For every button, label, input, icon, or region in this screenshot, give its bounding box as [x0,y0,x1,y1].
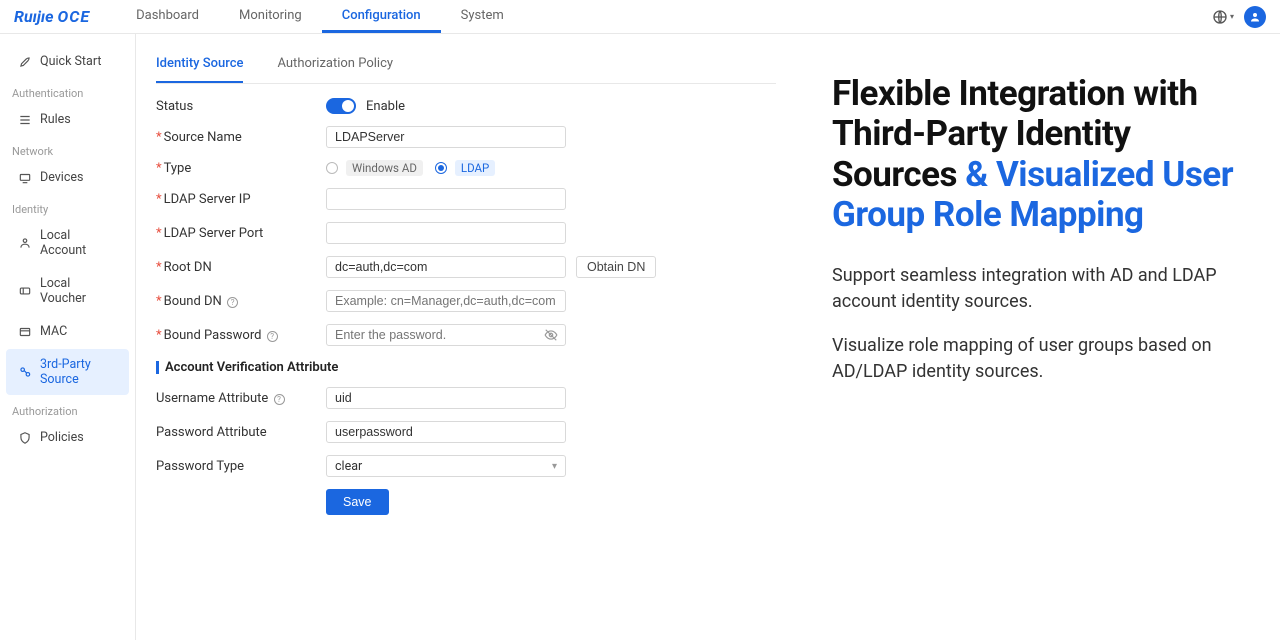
hero-title-amp: & [957,154,996,195]
sidebar-item-local-account[interactable]: Local Account [6,220,129,266]
tab-identity-source[interactable]: Identity Source [156,46,243,83]
ldap-port-label: LDAP Server Port [164,226,264,241]
ticket-icon [18,284,32,298]
sidebar-item-label: 3rd-Party Source [40,357,119,387]
header-right: ▾ [1212,6,1280,28]
bound-dn-input[interactable] [326,290,566,312]
sidebar-item-label: Quick Start [40,54,101,69]
bound-pw-label: Bound Password [164,328,262,343]
sidebar-item-label: MAC [40,324,67,339]
sidebar-group-network: Network [0,139,135,162]
sidebar-item-local-voucher[interactable]: Local Voucher [6,268,129,314]
info-icon[interactable]: ? [274,394,285,405]
avatar[interactable] [1244,6,1266,28]
rocket-icon [18,55,32,69]
obtain-dn-button[interactable]: Obtain DN [576,256,656,278]
list-icon [18,113,32,127]
sidebar-group-auth: Authentication [0,81,135,104]
root-dn-label: Root DN [164,260,212,275]
top-nav: Dashboard Monitoring Configuration Syste… [116,0,524,33]
info-icon[interactable]: ? [227,297,238,308]
tab-authorization-policy[interactable]: Authorization Policy [277,46,393,83]
org-icon [18,365,32,379]
chevron-down-icon: ▾ [1230,12,1234,21]
save-button[interactable]: Save [326,489,389,515]
type-radio-windows-ad[interactable] [326,162,338,174]
sidebar-item-policies[interactable]: Policies [6,422,129,453]
sidebar-item-devices[interactable]: Devices [6,162,129,193]
pw-attr-input[interactable] [326,421,566,443]
nav-dashboard[interactable]: Dashboard [116,0,219,33]
bound-pw-input[interactable] [326,324,566,346]
sidebar: Quick Start Authentication Rules Network… [0,34,136,640]
user-icon [1249,11,1261,23]
status-switch[interactable] [326,98,356,114]
section-title: Account Verification Attribute [156,360,776,375]
info-icon[interactable]: ? [267,331,278,342]
sidebar-item-label: Rules [40,112,71,127]
sidebar-item-quick-start[interactable]: Quick Start [6,46,129,77]
user-attr-input[interactable] [326,387,566,409]
header: Ruıjıe OCE Dashboard Monitoring Configur… [0,0,1280,34]
ldap-port-input[interactable] [326,222,566,244]
section-label: Account Verification Attribute [165,360,338,375]
globe-icon [1212,9,1228,25]
pw-type-select[interactable]: clear ▾ [326,455,566,477]
sidebar-item-label: Local Voucher [40,276,119,306]
sidebar-group-identity: Identity [0,197,135,220]
type-option-windows-ad: Windows AD [346,160,423,176]
tabs: Identity Source Authorization Policy [156,46,776,84]
nav-monitoring[interactable]: Monitoring [219,0,322,33]
source-name-label: Source Name [164,130,242,145]
language-switch[interactable]: ▾ [1212,9,1234,25]
type-radio-ldap[interactable] [435,162,447,174]
source-name-input[interactable] [326,126,566,148]
status-enable-text: Enable [366,99,405,114]
nav-system[interactable]: System [441,0,524,33]
eye-off-icon[interactable] [544,328,558,342]
section-bar [156,361,159,374]
bound-dn-label: Bound DN [164,294,222,309]
chevron-down-icon: ▾ [552,461,557,472]
sidebar-item-3rd-party-source[interactable]: 3rd-Party Source [6,349,129,395]
sidebar-item-label: Devices [40,170,83,185]
pw-attr-label: Password Attribute [156,425,267,440]
sidebar-item-label: Policies [40,430,84,445]
type-label: Type [164,161,192,176]
card-icon [18,325,32,339]
ldap-ip-label: LDAP Server IP [164,192,251,207]
logo-prefix: Ruıjıe [14,7,54,26]
logo-suffix: OCE [58,7,91,26]
logo: Ruıjıe OCE [0,7,104,26]
sidebar-group-authorization: Authorization [0,399,135,422]
sidebar-item-rules[interactable]: Rules [6,104,129,135]
hero: Flexible Integration with Third-Party Id… [796,34,1280,640]
hero-para-1: Support seamless integration with AD and… [832,263,1244,315]
nav-configuration[interactable]: Configuration [322,0,441,33]
ldap-ip-input[interactable] [326,188,566,210]
sidebar-item-mac[interactable]: MAC [6,316,129,347]
sidebar-item-label: Local Account [40,228,119,258]
pw-type-label: Password Type [156,459,244,474]
hero-para-2: Visualize role mapping of user groups ba… [832,333,1244,385]
type-option-ldap: LDAP [455,160,495,176]
form-pane: Identity Source Authorization Policy Sta… [136,34,796,640]
user-icon [18,236,32,250]
device-icon [18,171,32,185]
shield-icon [18,431,32,445]
hero-title: Flexible Integration with Third-Party Id… [832,74,1244,235]
user-attr-label: Username Attribute [156,391,268,406]
root-dn-input[interactable] [326,256,566,278]
pw-type-value: clear [335,459,362,474]
status-label: Status [156,99,326,114]
